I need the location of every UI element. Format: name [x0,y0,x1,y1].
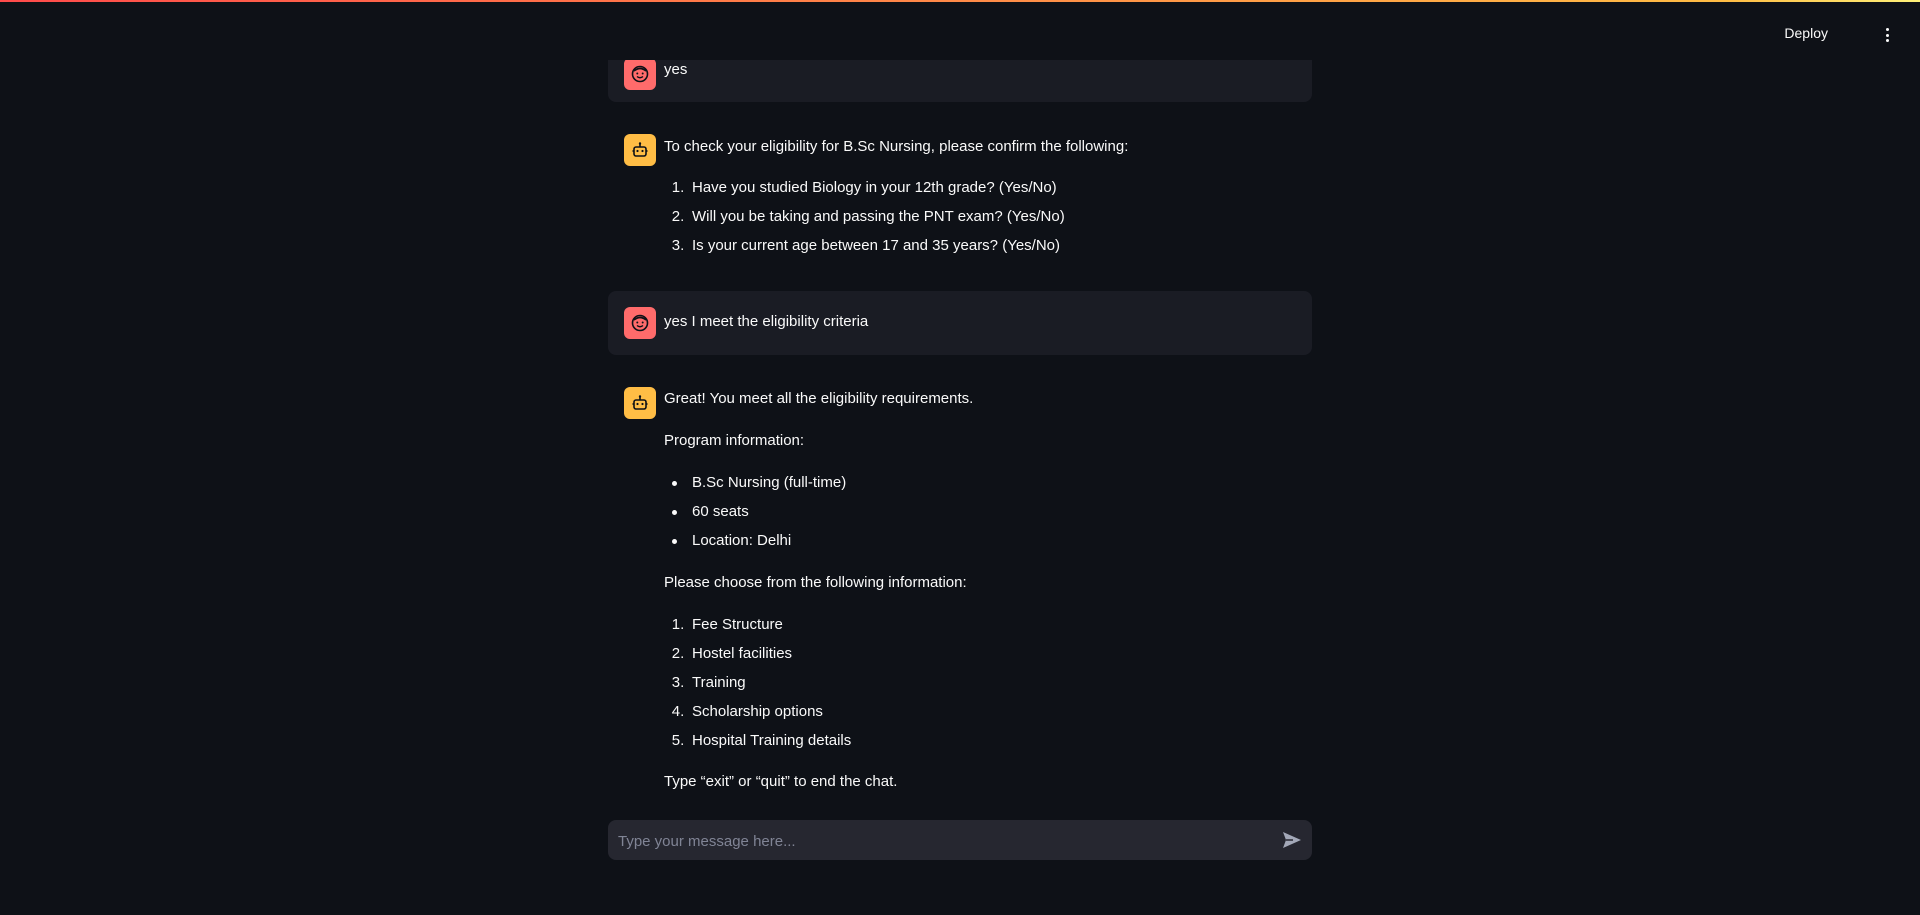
list-item: 1. Fee Structure [664,614,783,636]
list-item: 3. Training [664,672,746,694]
user-face-icon [624,307,656,339]
list-item: 60 seats [664,501,749,523]
message-text: yes I meet the eligibility criteria [664,313,869,330]
chat-message-user: yes I meet the eligibility criteria [608,291,1312,355]
app-header: Deploy [0,2,1920,60]
list-item: Location: Delhi [664,530,791,552]
list-item: 4. Scholarship options [664,701,823,723]
user-face-icon [624,58,656,90]
robot-icon [624,387,656,419]
kebab-menu-icon[interactable] [1884,28,1890,44]
list-marker: 1. [671,179,685,196]
list-marker: 2. [671,645,685,662]
list-item: 5. Hospital Training details [664,730,852,752]
list-item-text: B.Sc Nursing (full-time) [692,474,847,491]
program-heading: Program information: [664,432,805,449]
list-item: 1. Have you studied Biology in your 12th … [664,177,1057,199]
list-item: 3. Is your current age between 17 and 35 … [664,235,1060,257]
list-item-text: Fee Structure [692,616,783,633]
list-item-text: Training [692,674,746,691]
message-footer-text: Type “exit” or “quit” to end the chat. [664,773,898,790]
send-icon[interactable] [1280,828,1304,852]
bullet [672,538,677,544]
message-text: yes [664,61,688,78]
list-item: 2. Will you be taking and passing the PNT… [664,206,1065,228]
list-item-text: Is your current age between 17 and 35 ye… [692,237,1060,254]
chat-message-assistant: To check your eligibility for B.Sc Nursi… [608,118,1312,268]
bullet [672,480,677,486]
list-item-text: Hostel facilities [692,645,793,662]
list-item-text: Have you studied Biology in your 12th gr… [692,179,1057,196]
list-marker: 1. [671,616,685,633]
chat-message-assistant: Great! You meet all the eligibility requ… [608,371,1312,801]
list-item-text: Scholarship options [692,703,823,720]
list-item: 2. Hostel facilities [664,643,792,665]
list-item-text: Location: Delhi [692,532,792,549]
list-marker: 4. [671,703,685,720]
message-text: To check your eligibility for B.Sc Nursi… [664,138,1129,155]
choose-heading: Please choose from the following informa… [664,574,967,591]
deploy-button[interactable]: Deploy [1784,25,1828,41]
list-item-text: Will you be taking and passing the PNT e… [692,208,1065,225]
list-marker: 3. [671,237,685,254]
message-text: Great! You meet all the eligibility requ… [664,390,974,407]
robot-icon [624,134,656,166]
chat-input[interactable] [616,820,1260,862]
chat-container: yes To check your eligibility for B.Sc N… [608,0,1312,815]
list-marker: 2. [671,208,685,225]
list-item-text: Hospital Training details [692,732,852,749]
chat-input-container [608,820,1312,862]
list-item-text: 60 seats [692,503,749,520]
list-item: B.Sc Nursing (full-time) [664,472,846,494]
list-marker: 5. [671,732,685,749]
bullet [672,509,677,515]
list-marker: 3. [671,674,685,691]
